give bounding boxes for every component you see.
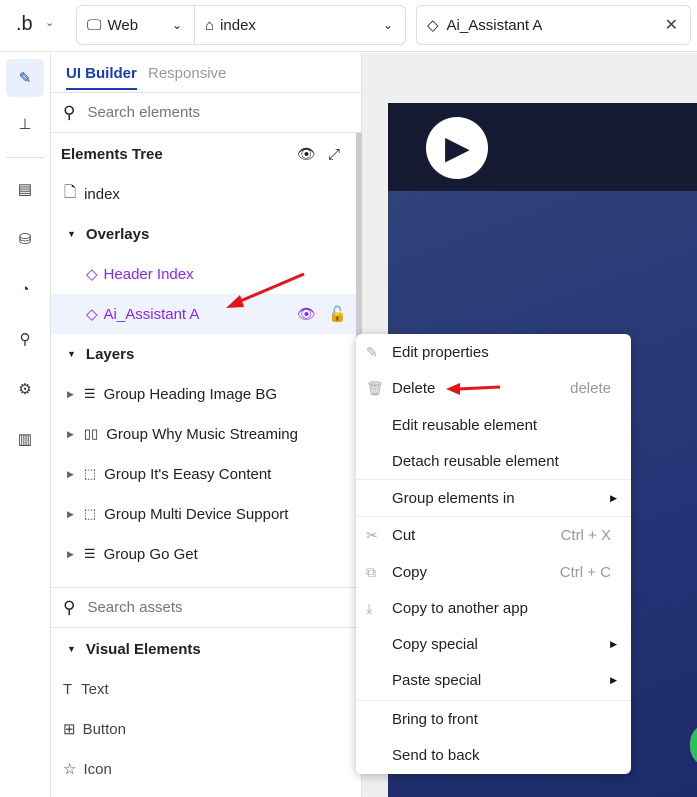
arrow-to-ai-assistant	[237, 272, 305, 304]
arrow-to-delete	[457, 385, 501, 391]
arrow-head	[226, 295, 244, 308]
annotation-arrows	[226, 272, 501, 395]
arrow-head	[446, 383, 460, 395]
